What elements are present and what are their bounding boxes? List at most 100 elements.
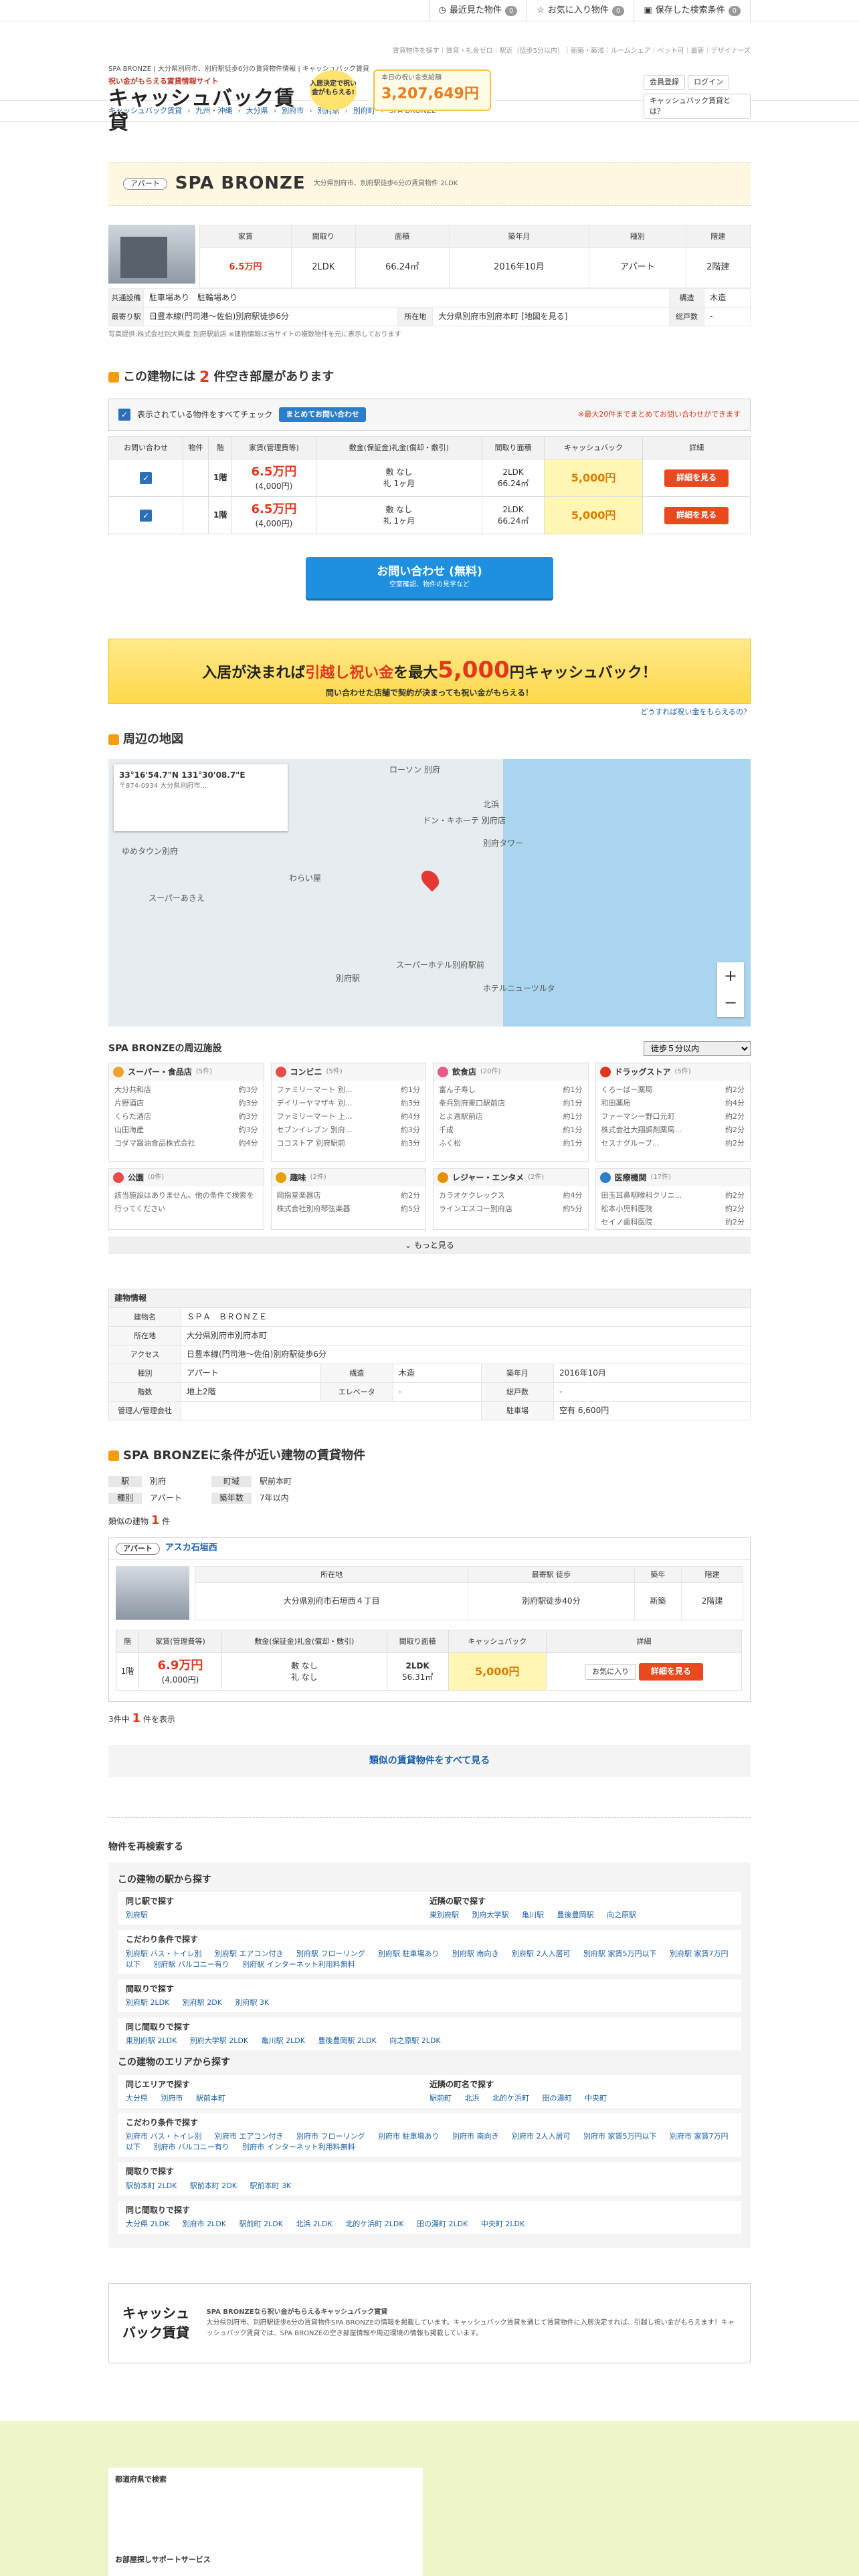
research-link[interactable]: 別府駅 3K	[235, 1998, 270, 2007]
research-link[interactable]: 大分県 2LDK	[126, 2220, 169, 2228]
facility-category[interactable]: レジャー・エンタメ	[452, 1172, 524, 1184]
logo-text: キャッシュバック賃貸	[108, 86, 295, 134]
facility-category[interactable]: コンビニ	[290, 1067, 322, 1078]
research-link[interactable]: 中央町 2LDK	[481, 2220, 524, 2228]
research-link[interactable]: 駅前本町	[196, 2094, 225, 2103]
register-button[interactable]: 会員登録	[644, 75, 685, 90]
research-link[interactable]: 別府市 2LDK	[183, 2220, 226, 2228]
map-pin-icon[interactable]	[417, 867, 443, 892]
facility-category[interactable]: 趣味	[290, 1172, 306, 1184]
view-all-similar-button[interactable]: 類似の賃貸物件をすべて見る	[108, 1745, 751, 1778]
walk-time-select[interactable]: 徒歩５分以内	[644, 1041, 751, 1057]
bulk-inquiry-button[interactable]: まとめてお問い合わせ	[279, 407, 366, 423]
research-link[interactable]: 北的ケ浜町 2LDK	[345, 2220, 403, 2228]
about-link[interactable]: キャッシュバック賃貸とは？	[644, 93, 751, 119]
cashback-help-link[interactable]: どうすれば祝い金をもらえるの？	[108, 707, 751, 718]
detail-button[interactable]: 詳細を見る	[664, 507, 729, 524]
research-link[interactable]: 向之原駅	[607, 1911, 636, 1919]
show-more-button[interactable]: ⌄ もっと見る	[108, 1237, 751, 1255]
research-link[interactable]: 豊後豊岡駅	[557, 1911, 594, 1919]
research-link[interactable]: 亀川駅	[522, 1911, 544, 1919]
research-link[interactable]: 別府大学駅	[472, 1911, 509, 1919]
footer: 都道府県で検索 お部屋探しサポートサービス	[0, 2421, 859, 2576]
research-link[interactable]: 別府駅 2DK	[183, 1998, 222, 2007]
site-logo[interactable]: 祝い金がもらえる賃貸情報サイト キャッシュバック賃貸	[108, 76, 309, 135]
research-link[interactable]: 別府大学駅 2LDK	[190, 2036, 248, 2045]
research-link[interactable]: 別府市 2人入居可	[512, 2132, 571, 2141]
research-link[interactable]: 別府駅 2人入居可	[512, 1949, 571, 1958]
area-map[interactable]: 33°16'54.7"N 131°30'08.7"E 〒874-0934 大分県別…	[108, 759, 751, 1027]
login-button[interactable]: ログイン	[688, 75, 730, 90]
check-all-label[interactable]: 表示されている物件をすべてチェック	[137, 409, 272, 421]
map-zoom-control[interactable]: + −	[717, 962, 744, 1018]
research-link[interactable]: 別府市 フローリング	[296, 2132, 365, 2141]
research-link[interactable]: 駅前町	[430, 2094, 452, 2103]
research-link[interactable]: 別府駅 2LDK	[126, 1998, 169, 2007]
cashback-total-box: 本日の祝い金支給額 3,207,649円	[373, 70, 491, 111]
research-link[interactable]: 別府駅 インターネット利用料無料	[242, 1960, 355, 1969]
footer-logo[interactable]: キャッシュバック賃貸	[122, 2304, 193, 2343]
header-sublinks[interactable]: 賃貸物件を探す｜賃貸・礼金ゼロ｜駅近（徒歩5分以内）｜新築・築浅｜ルームシェア｜…	[393, 47, 751, 57]
zoom-in-icon[interactable]: +	[717, 962, 744, 989]
facility-name: 株式会社大翔調剤薬局...	[601, 1125, 682, 1135]
facility-category[interactable]: 飲食店	[452, 1067, 476, 1078]
research-link[interactable]: 北的ケ浜町	[492, 2094, 529, 2103]
research-link[interactable]: 別府市 バス・トイレ別	[126, 2132, 202, 2141]
research-link[interactable]: 北浜	[465, 2094, 480, 2103]
research-link[interactable]: 向之原駅 2LDK	[389, 2036, 440, 2045]
research-link[interactable]: 別府駅 家賃5万円以下	[583, 1949, 657, 1958]
zoom-out-icon[interactable]: −	[717, 989, 744, 1016]
facility-category[interactable]: 医療機関	[615, 1172, 647, 1184]
breadcrumb-item[interactable]: 別府町	[353, 106, 375, 116]
info-key: 最寄り駅	[108, 307, 144, 326]
research-link[interactable]: 駅前本町 3K	[250, 2181, 292, 2190]
research-link[interactable]: 別府駅 フローリング	[296, 1949, 365, 1958]
research-link[interactable]: 東別府駅 2LDK	[126, 2036, 177, 2045]
research-link[interactable]: 別府市 バルコニー有り	[154, 2143, 229, 2151]
research-link[interactable]: 別府駅	[126, 1911, 148, 1919]
cashback-banner[interactable]: 入居が決まれば引越し祝い金を最大5,000円キャッシュバック！ 問い合わせた店舗…	[108, 639, 751, 705]
research-link[interactable]: 別府駅 バルコニー有り	[154, 1960, 229, 1969]
building-photo[interactable]	[108, 225, 195, 284]
similar-photo[interactable]	[116, 1566, 189, 1620]
research-link[interactable]: 別府市	[161, 2094, 183, 2103]
facility-category[interactable]: ドラッグストア	[615, 1067, 671, 1078]
research-link[interactable]: 豊後豊岡駅 2LDK	[318, 2036, 376, 2045]
inquiry-button[interactable]: お問い合わせ (無料) 空室確認、物件の見学など	[306, 557, 553, 599]
room-checkbox[interactable]: ✓	[139, 471, 152, 484]
map-label: 北浜	[483, 800, 500, 810]
research-link[interactable]: 別府駅 エアコン付き	[215, 1949, 284, 1958]
research-link[interactable]: 田の湯町	[543, 2094, 572, 2103]
research-link[interactable]: 駅前町 2LDK	[240, 2220, 283, 2228]
room-checkbox[interactable]: ✓	[139, 509, 152, 522]
building-key: エレベータ	[320, 1382, 393, 1402]
facility-category[interactable]: 公園	[128, 1172, 144, 1184]
research-link[interactable]: 中央町	[585, 2094, 607, 2103]
saved-search-link[interactable]: ▣ 保存した検索条件 0	[634, 0, 751, 22]
check-all-checkbox[interactable]: ✓	[118, 409, 130, 421]
research-link[interactable]: 別府駅 駐車場あり	[378, 1949, 440, 1958]
research-link[interactable]: 別府駅 南向き	[452, 1949, 499, 1958]
research-link[interactable]: 駅前本町 2DK	[190, 2181, 237, 2190]
detail-button[interactable]: 詳細を見る	[638, 1663, 703, 1681]
research-link[interactable]: 田の湯町 2LDK	[417, 2220, 468, 2228]
research-link[interactable]: 亀川駅 2LDK	[262, 2036, 305, 2045]
research-link[interactable]: 東別府駅	[430, 1911, 459, 1919]
facility-category[interactable]: スーパー・食品店	[128, 1067, 192, 1078]
research-link[interactable]: 別府駅 バス・トイレ別	[126, 1949, 202, 1958]
research-link[interactable]: 北浜 2LDK	[296, 2220, 332, 2228]
favorite-button[interactable]: お気に入り	[585, 1664, 636, 1681]
recent-viewed-link[interactable]: ◷ 最近見た物件 0	[428, 0, 527, 22]
research-link[interactable]: 大分県	[126, 2094, 148, 2103]
research-link[interactable]: 別府市 インターネット利用料無料	[242, 2143, 355, 2151]
research-link[interactable]: 別府市 南向き	[452, 2132, 499, 2141]
favorites-link[interactable]: ☆ お気に入り物件 0	[527, 0, 634, 22]
research-link[interactable]: 別府市 エアコン付き	[215, 2132, 284, 2141]
detail-button[interactable]: 詳細を見る	[664, 469, 729, 487]
research-link[interactable]: 別府市 家賃5万円以下	[583, 2132, 657, 2141]
research-link[interactable]: 別府市 駐車場あり	[378, 2132, 440, 2141]
similar-property-name[interactable]: アスカ石垣西	[165, 1542, 217, 1555]
info-value[interactable]: 大分県別府市別府本町 [地図を見る]	[432, 307, 670, 326]
info-value[interactable]: 日豊本線(門司港〜佐伯)別府駅徒歩6分	[142, 307, 399, 326]
research-link[interactable]: 駅前本町 2LDK	[126, 2181, 177, 2190]
